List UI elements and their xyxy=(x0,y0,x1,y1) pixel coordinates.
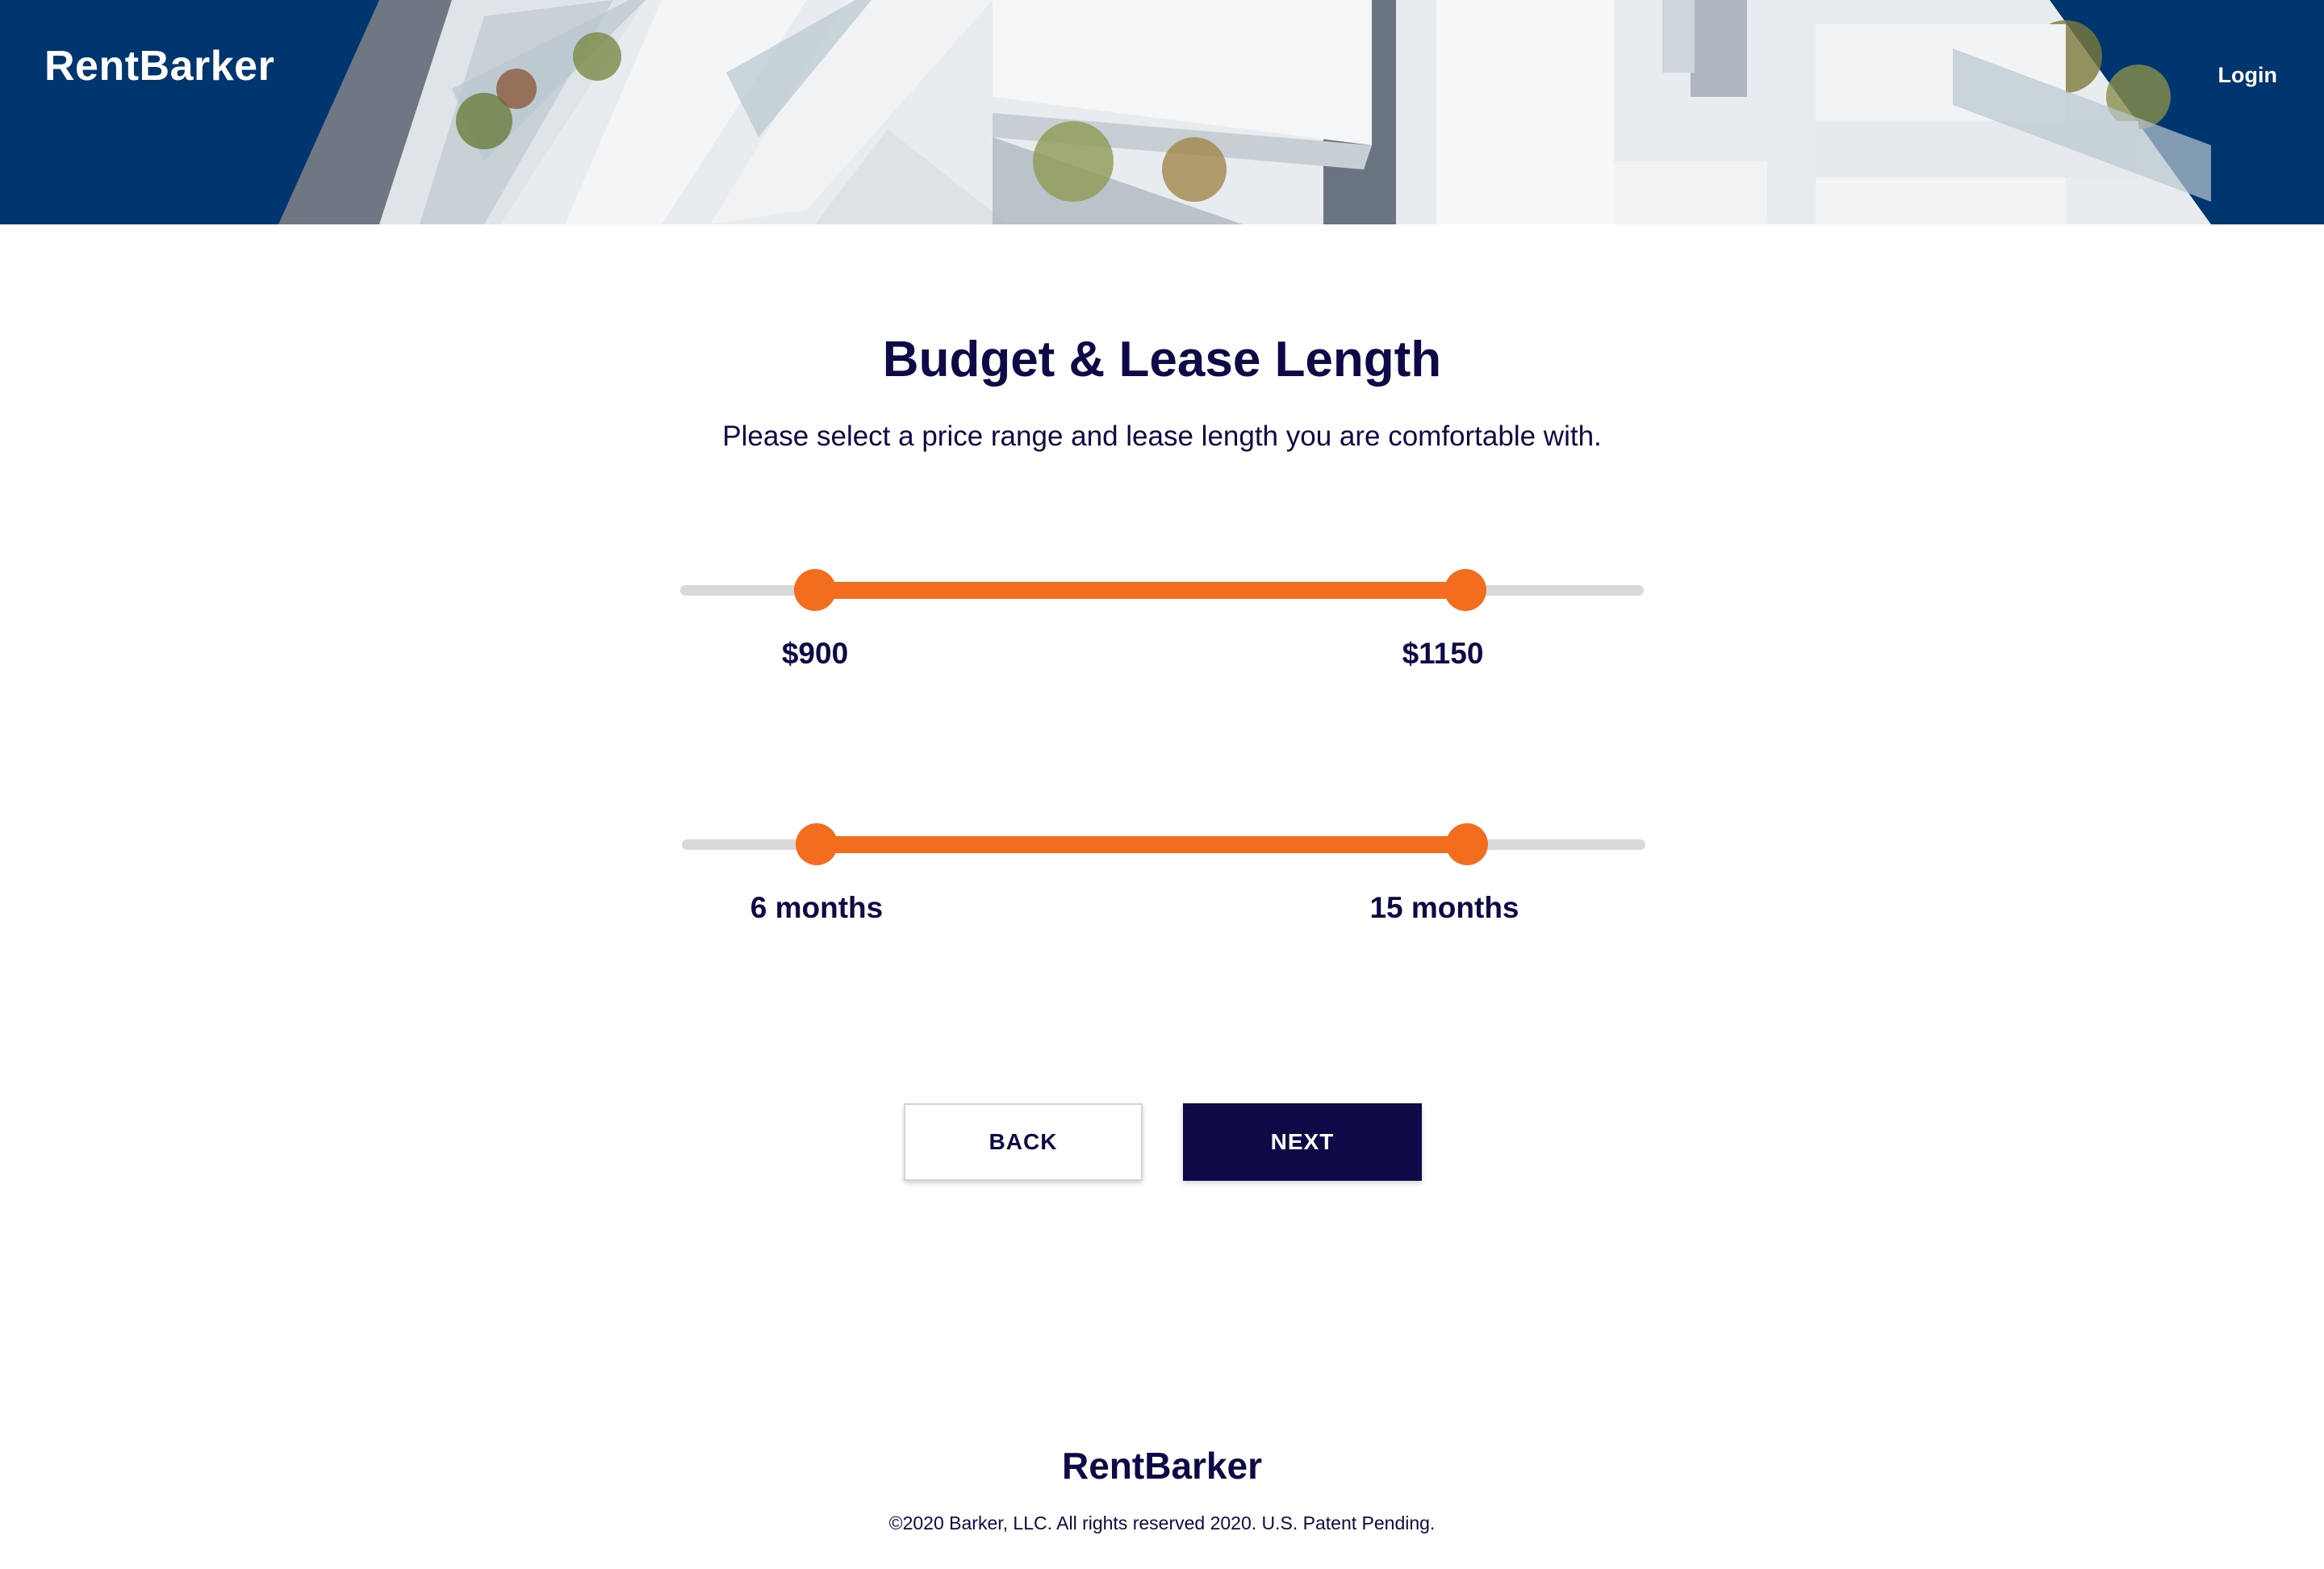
footer-brand[interactable]: RentBarker xyxy=(0,1444,2324,1487)
price-slider-max-handle[interactable] xyxy=(1444,569,1487,611)
lease-slider-min-handle[interactable] xyxy=(796,823,838,865)
lease-slider-selected-range xyxy=(817,836,1468,853)
footer-copyright: ©2020 Barker, LLC. All rights reserved 2… xyxy=(888,1513,1436,1533)
header-hero-image xyxy=(278,0,2211,224)
price-slider-min-handle[interactable] xyxy=(794,569,837,611)
back-button[interactable]: BACK xyxy=(904,1103,1143,1181)
lease-max-label: 15 months xyxy=(1369,891,1519,924)
page-subtitle: Please select a price range and lease le… xyxy=(722,420,1602,452)
price-slider-selected-range xyxy=(815,582,1466,599)
lease-length-slider[interactable] xyxy=(682,820,1645,868)
page: RentBarker Login Budget & Lease Length P… xyxy=(0,0,2324,1569)
price-min-label: $900 xyxy=(781,637,849,670)
header: RentBarker Login xyxy=(0,0,2324,224)
lease-min-label: 6 months xyxy=(750,891,884,924)
price-range-slider[interactable] xyxy=(680,566,1644,614)
price-max-label: $1150 xyxy=(1402,637,1484,670)
page-title: Budget & Lease Length xyxy=(882,332,1442,387)
brand-logo[interactable]: RentBarker xyxy=(44,42,274,90)
lease-slider-max-handle[interactable] xyxy=(1446,823,1489,865)
next-button[interactable]: NEXT xyxy=(1183,1103,1422,1181)
login-link[interactable]: Login xyxy=(2218,63,2277,88)
